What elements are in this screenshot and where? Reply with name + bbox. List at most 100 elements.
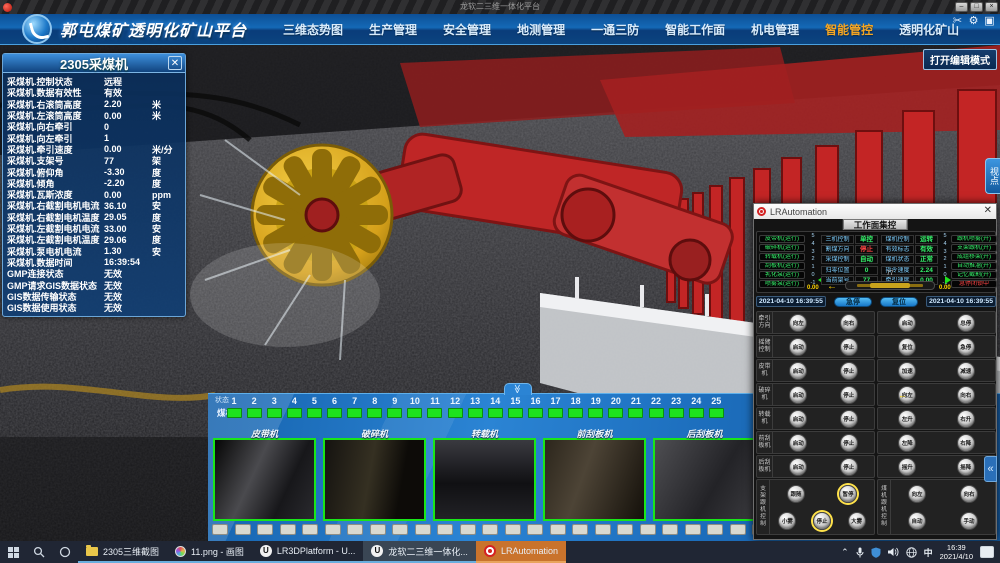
settings-icon[interactable]: ⚙ xyxy=(967,15,980,28)
nav-item-7[interactable]: 机电管理 xyxy=(751,21,799,38)
support-square[interactable] xyxy=(392,524,408,535)
machine-status-square[interactable] xyxy=(528,408,543,418)
control-button[interactable]: 启动 xyxy=(789,338,807,356)
control-button[interactable]: 停止 xyxy=(840,338,858,356)
machine-status-square[interactable] xyxy=(628,408,643,418)
tray-chevron-up-icon[interactable]: ⌃ xyxy=(841,547,849,558)
collapse-panel-button[interactable]: ≫ xyxy=(504,383,532,395)
control-button[interactable]: 右升 xyxy=(957,410,975,428)
support-square[interactable] xyxy=(550,524,566,535)
control-button[interactable]: 摇降 xyxy=(957,458,975,476)
camera-feed[interactable]: 前刮板机 xyxy=(543,427,646,521)
support-square[interactable] xyxy=(730,524,746,535)
control-button[interactable]: 停止 xyxy=(840,458,858,476)
control-button[interactable]: 向右 xyxy=(957,386,975,404)
estop-button[interactable]: 急停 xyxy=(834,297,872,307)
machine-status-square[interactable] xyxy=(227,408,242,418)
camera-image[interactable] xyxy=(543,438,646,521)
machine-status-square[interactable] xyxy=(689,408,704,418)
nav-item-1[interactable]: 三维态势图 xyxy=(283,21,343,38)
control-button[interactable]: 大雾 xyxy=(848,512,866,530)
status-button-left[interactable]: 转载机(运行) xyxy=(759,253,805,261)
control-button[interactable]: 摇升 xyxy=(898,458,916,476)
support-square[interactable] xyxy=(572,524,588,535)
status-button-right[interactable]: 跟机喷雾(开) xyxy=(951,235,997,243)
support-square[interactable] xyxy=(302,524,318,535)
camera-feed[interactable]: 转载机 xyxy=(433,427,536,521)
machine-status-square[interactable] xyxy=(327,408,342,418)
status-button-right[interactable]: 自动推溜(开) xyxy=(951,262,997,270)
status-button-left[interactable]: 破碎机(运行) xyxy=(759,244,805,252)
machine-status-square[interactable] xyxy=(347,408,362,418)
control-button[interactable]: 向右 xyxy=(840,314,858,332)
control-button[interactable]: 手动 xyxy=(960,512,978,530)
control-button[interactable]: 小雾 xyxy=(778,512,796,530)
control-button[interactable]: 急停 xyxy=(957,338,975,356)
control-button[interactable]: 右降 xyxy=(957,434,975,452)
control-button[interactable]: 减速 xyxy=(957,362,975,380)
start-button[interactable] xyxy=(0,541,26,563)
nav-item-2[interactable]: 生产管理 xyxy=(369,21,417,38)
status-button-right[interactable]: 记忆截割(开) xyxy=(951,271,997,279)
support-square[interactable] xyxy=(325,524,341,535)
camera-feed[interactable]: 破碎机 xyxy=(323,427,426,521)
status-button-left[interactable]: 刮板机(运行) xyxy=(759,262,805,270)
support-square[interactable] xyxy=(415,524,431,535)
support-square[interactable] xyxy=(280,524,296,535)
control-button[interactable]: 向左 xyxy=(908,485,926,503)
machine-status-square[interactable] xyxy=(548,408,563,418)
control-button[interactable]: 加速 xyxy=(898,362,916,380)
taskbar-app[interactable]: ULR3DPlatform - U... xyxy=(252,541,364,563)
support-square[interactable] xyxy=(370,524,386,535)
support-square[interactable] xyxy=(707,524,723,535)
control-button[interactable]: 启动 xyxy=(789,386,807,404)
support-square[interactable] xyxy=(347,524,363,535)
machine-status-square[interactable] xyxy=(568,408,583,418)
machine-status-square[interactable] xyxy=(588,408,603,418)
fullscreen-icon[interactable]: ▣ xyxy=(983,15,996,28)
support-square[interactable] xyxy=(505,524,521,535)
control-button[interactable]: 左升 xyxy=(898,410,916,428)
maximize-button[interactable]: □ xyxy=(970,2,983,12)
control-button[interactable]: 启动 xyxy=(789,458,807,476)
support-square[interactable] xyxy=(617,524,633,535)
status-button-right[interactable]: 支架跟机(开) xyxy=(951,244,997,252)
control-button[interactable]: 启动 xyxy=(898,314,916,332)
reset-button[interactable]: 复位 xyxy=(880,297,918,307)
cortana-button[interactable] xyxy=(52,541,78,563)
camera-image[interactable] xyxy=(213,438,316,521)
lr-titlebar[interactable]: LRAutomation ✕ xyxy=(754,204,996,219)
close-icon[interactable]: ✕ xyxy=(984,205,992,216)
taskbar-app[interactable]: U龙软二三维一体化... xyxy=(363,541,476,563)
open-edit-mode-button[interactable]: 打开编辑模式 xyxy=(923,49,997,70)
notification-center-icon[interactable] xyxy=(980,546,994,558)
taskbar-app[interactable]: 2305三维截图 xyxy=(78,541,167,563)
camera-image[interactable] xyxy=(323,438,426,521)
machine-status-square[interactable] xyxy=(669,408,684,418)
tools-icon[interactable]: ✂ xyxy=(951,15,964,28)
status-button-left[interactable]: 皮带机(运行) xyxy=(759,235,805,243)
control-button[interactable]: 左降 xyxy=(898,434,916,452)
machine-status-square[interactable] xyxy=(709,408,724,418)
chevron-left-icon[interactable]: « xyxy=(984,456,997,482)
shield-icon[interactable] xyxy=(871,547,881,558)
nav-item-5[interactable]: 一通三防 xyxy=(591,21,639,38)
machine-status-square[interactable] xyxy=(448,408,463,418)
support-square[interactable] xyxy=(662,524,678,535)
machine-status-square[interactable] xyxy=(488,408,503,418)
search-button[interactable] xyxy=(26,541,52,563)
support-square[interactable] xyxy=(640,524,656,535)
control-button[interactable]: 启动 xyxy=(789,434,807,452)
taskbar-clock[interactable]: 16:39 2021/4/10 xyxy=(940,543,973,562)
machine-status-square[interactable] xyxy=(307,408,322,418)
camera-image[interactable] xyxy=(653,438,756,521)
nav-item-3[interactable]: 安全管理 xyxy=(443,21,491,38)
status-button-right[interactable]: 急停闭锁中 xyxy=(951,280,997,288)
workface-control-tab[interactable]: 工作面集控 xyxy=(843,219,908,230)
machine-status-square[interactable] xyxy=(387,408,402,418)
control-button[interactable]: 暂停 xyxy=(839,485,857,503)
nav-item-4[interactable]: 地测管理 xyxy=(517,21,565,38)
control-button[interactable]: 复位 xyxy=(898,338,916,356)
control-button[interactable]: 停止 xyxy=(840,434,858,452)
machine-status-square[interactable] xyxy=(649,408,664,418)
